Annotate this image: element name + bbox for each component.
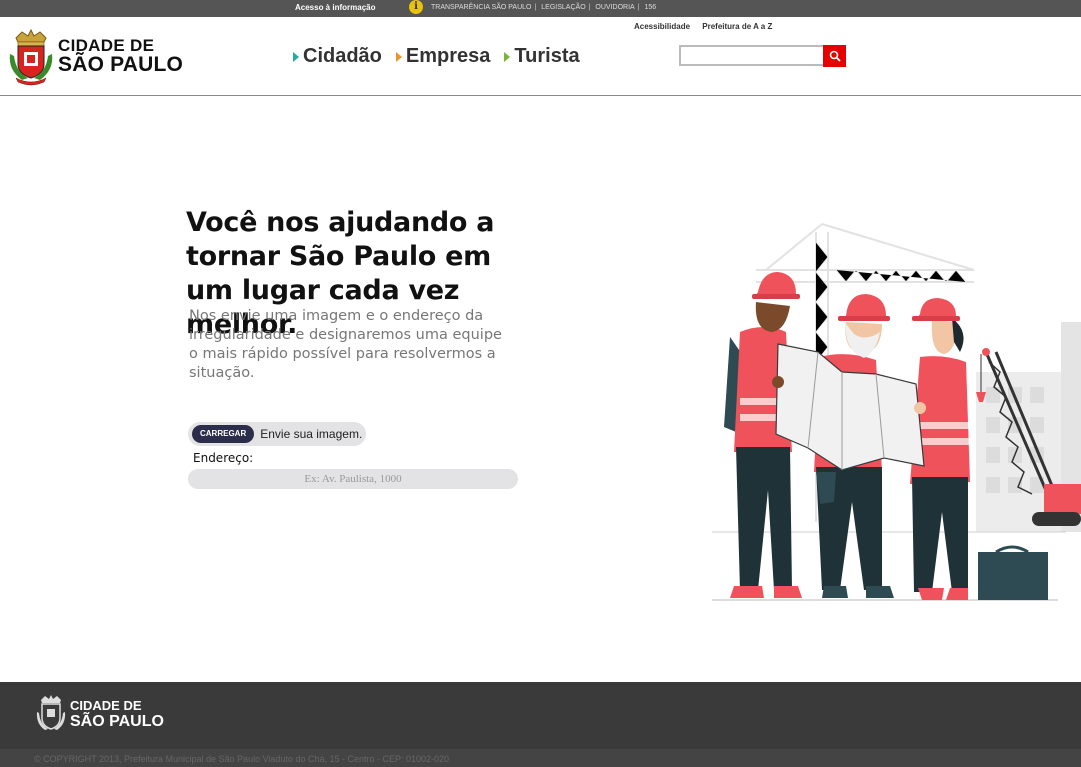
- top-link-ouvidoria[interactable]: OUVIDORIA: [595, 4, 634, 11]
- footer-logo-line-1: CIDADE DE: [70, 698, 142, 713]
- upload-button[interactable]: CARREGAR: [192, 425, 255, 443]
- top-links: TRANSPARÊNCIA SÃO PAULO | LEGISLAÇÃO | OUV…: [431, 4, 657, 11]
- nav-turista-label: Turista: [514, 45, 580, 67]
- address-input[interactable]: [188, 469, 518, 489]
- top-link-legislacao[interactable]: LEGISLAÇÃO: [541, 4, 585, 11]
- nav-cidadao[interactable]: Cidadão: [293, 45, 382, 68]
- nav-cidadao-label: Cidadão: [303, 45, 382, 67]
- footer-logo-line-2: SÃO PAULO: [70, 713, 164, 730]
- footer: CIDADE DE SÃO PAULO: [0, 682, 1081, 749]
- copyright-text: © COPYRIGHT 2013, Prefeitura Municipal d…: [34, 754, 450, 764]
- header: CIDADE DE SÃO PAULO Cidadão Empresa Turi…: [0, 17, 1081, 96]
- search-icon: [829, 50, 841, 62]
- workers-illustration: [712, 223, 1081, 601]
- search-input[interactable]: [679, 45, 823, 66]
- acessibilidade-link[interactable]: Acessibilidade: [634, 22, 690, 31]
- coat-of-arms-icon: [36, 695, 66, 730]
- page: Acesso à informação i TRANSPARÊNCIA SÃO …: [0, 0, 1081, 767]
- info-icon: i: [409, 0, 423, 14]
- top-link-156[interactable]: 156: [645, 4, 657, 11]
- main-nav: Cidadão Empresa Turista: [293, 45, 580, 68]
- logo-text: CIDADE DE SÃO PAULO: [58, 36, 184, 76]
- nav-empresa-label: Empresa: [405, 45, 491, 67]
- triangle-right-icon: [504, 51, 511, 62]
- footer-logo-text: CIDADE DE SÃO PAULO: [70, 698, 164, 730]
- copyright-bar: © COPYRIGHT 2013, Prefeitura Municipal d…: [0, 749, 1081, 767]
- search-button[interactable]: [823, 45, 846, 67]
- footer-logo[interactable]: CIDADE DE SÃO PAULO: [36, 692, 186, 736]
- logo-line-2: SÃO PAULO: [58, 53, 184, 76]
- acesso-informacao-link[interactable]: Acesso à informação: [295, 3, 375, 12]
- nav-empresa[interactable]: Empresa: [395, 45, 491, 68]
- triangle-right-icon: [395, 51, 402, 62]
- top-link-transparencia[interactable]: TRANSPARÊNCIA SÃO PAULO: [431, 4, 532, 11]
- access-links: Acessibilidade Prefeitura de A a Z: [634, 22, 782, 31]
- prefeitura-a-z-link[interactable]: Prefeitura de A a Z: [702, 22, 772, 31]
- triangle-right-icon: [293, 51, 299, 62]
- image-upload: CARREGAR Envie sua imagem.: [188, 422, 366, 446]
- page-description: Nos envie uma imagem e o endereço da irr…: [189, 308, 502, 381]
- upload-label: Envie sua imagem.: [260, 427, 363, 441]
- top-bar: Acesso à informação i TRANSPARÊNCIA SÃO …: [0, 0, 1081, 17]
- site-logo[interactable]: CIDADE DE SÃO PAULO: [8, 28, 188, 88]
- coat-of-arms-icon: [9, 28, 53, 86]
- nav-turista[interactable]: Turista: [504, 45, 580, 68]
- address-label: Endereço:: [193, 451, 254, 465]
